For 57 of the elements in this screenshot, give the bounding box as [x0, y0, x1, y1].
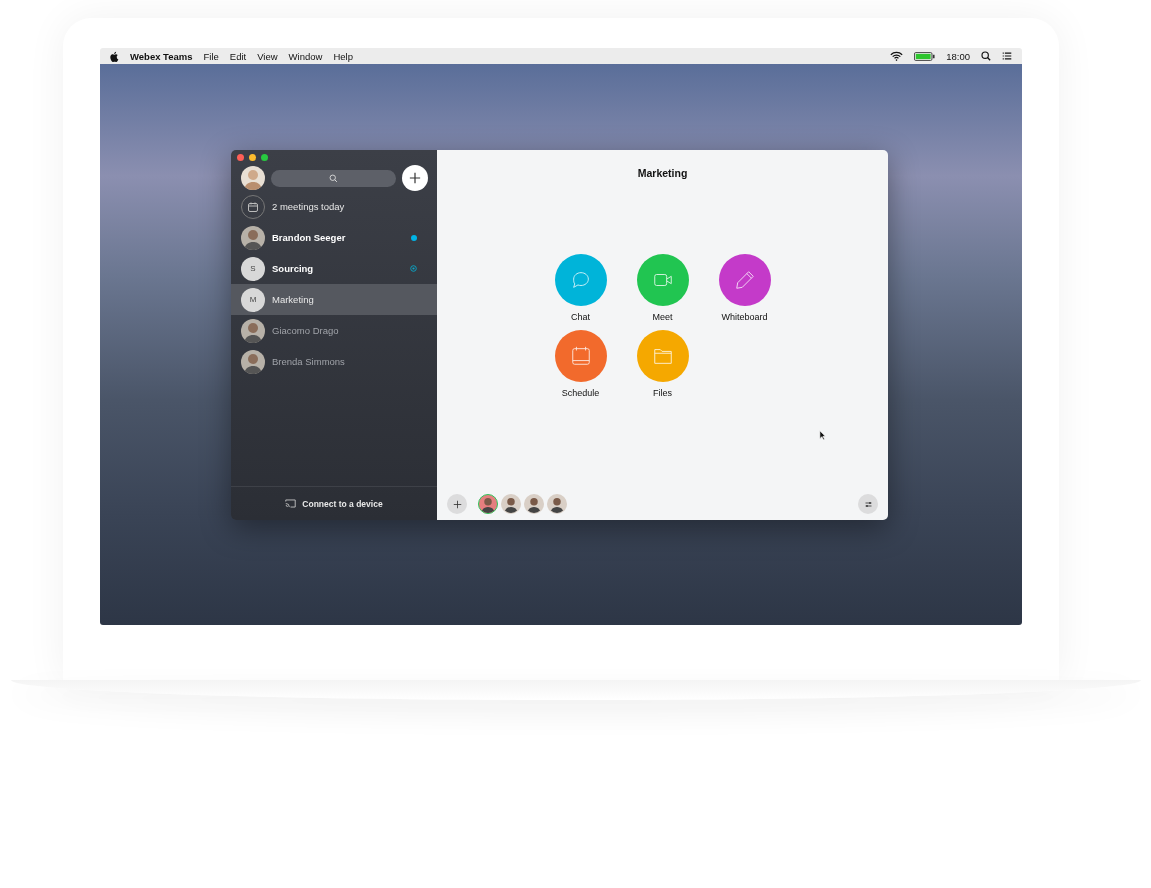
minimize-button[interactable] [249, 154, 256, 161]
person-avatar [241, 225, 265, 250]
search-field[interactable] [271, 169, 396, 187]
initial-avatar: S [241, 256, 265, 281]
action-label: Meet [652, 312, 673, 322]
participant-avatar[interactable] [524, 494, 544, 514]
sliders-icon [863, 499, 873, 509]
apple-icon [110, 50, 119, 62]
zoom-button[interactable] [261, 154, 268, 161]
conversation-name: Brenda Simmons [272, 356, 346, 367]
add-button[interactable] [402, 165, 428, 191]
action-label: Whiteboard [721, 312, 768, 322]
close-button[interactable] [237, 154, 244, 161]
menu-item[interactable]: Edit [229, 50, 247, 62]
conversation-item[interactable]: Giacomo Drago [231, 315, 437, 346]
conversation-item[interactable]: S Sourcing [231, 253, 437, 284]
wifi-icon[interactable] [890, 51, 904, 61]
user-avatar[interactable] [241, 166, 265, 190]
settings-toggle-button[interactable] [858, 494, 878, 514]
mouse-pointer-icon [819, 430, 827, 441]
add-person-button[interactable] [447, 494, 467, 514]
meetings-today-link[interactable]: 2 meetings today [272, 201, 417, 212]
conversation-item[interactable]: Brandon Seeger [231, 222, 437, 253]
person-avatar [241, 318, 265, 343]
action-button[interactable] [718, 254, 771, 306]
participant-avatar[interactable] [547, 494, 567, 514]
conversation-name: Sourcing [272, 263, 315, 274]
app-name-menu[interactable]: Webex Teams [130, 50, 193, 62]
conversation-name: Brandon Seeger [272, 232, 347, 243]
calendar-icon [569, 345, 592, 367]
person-avatar [241, 349, 265, 374]
participant-avatar[interactable] [501, 494, 521, 514]
search-icon[interactable] [981, 51, 991, 61]
action-label: Chat [571, 312, 590, 322]
menu-item[interactable]: Window [288, 50, 323, 62]
conversation-name: Giacomo Drago [272, 325, 340, 336]
cast-icon [285, 499, 297, 508]
clock[interactable]: 18:00 [946, 50, 970, 62]
list-icon[interactable] [1002, 51, 1012, 61]
initial-avatar: M [241, 287, 265, 312]
action-label: Schedule [561, 388, 600, 398]
action-button[interactable] [554, 330, 607, 382]
space-title: Marketing [637, 166, 688, 179]
menu-item[interactable]: File [203, 50, 219, 62]
participant-avatar[interactable] [478, 494, 498, 514]
search-icon [329, 173, 338, 183]
pencil-icon [733, 269, 756, 291]
connect-device-button[interactable]: Connect to a device [279, 497, 389, 510]
menu-item[interactable]: View [257, 50, 278, 62]
plus-icon [452, 499, 462, 509]
conversation-item[interactable]: Brenda Simmons [231, 346, 437, 377]
menu-item[interactable]: Help [333, 50, 353, 62]
action-label: Files [653, 388, 672, 398]
conversation-name: Marketing [272, 294, 315, 305]
conversation-item[interactable]: M Marketing [231, 284, 437, 315]
plus-icon [409, 172, 421, 184]
battery-icon[interactable] [914, 51, 936, 61]
